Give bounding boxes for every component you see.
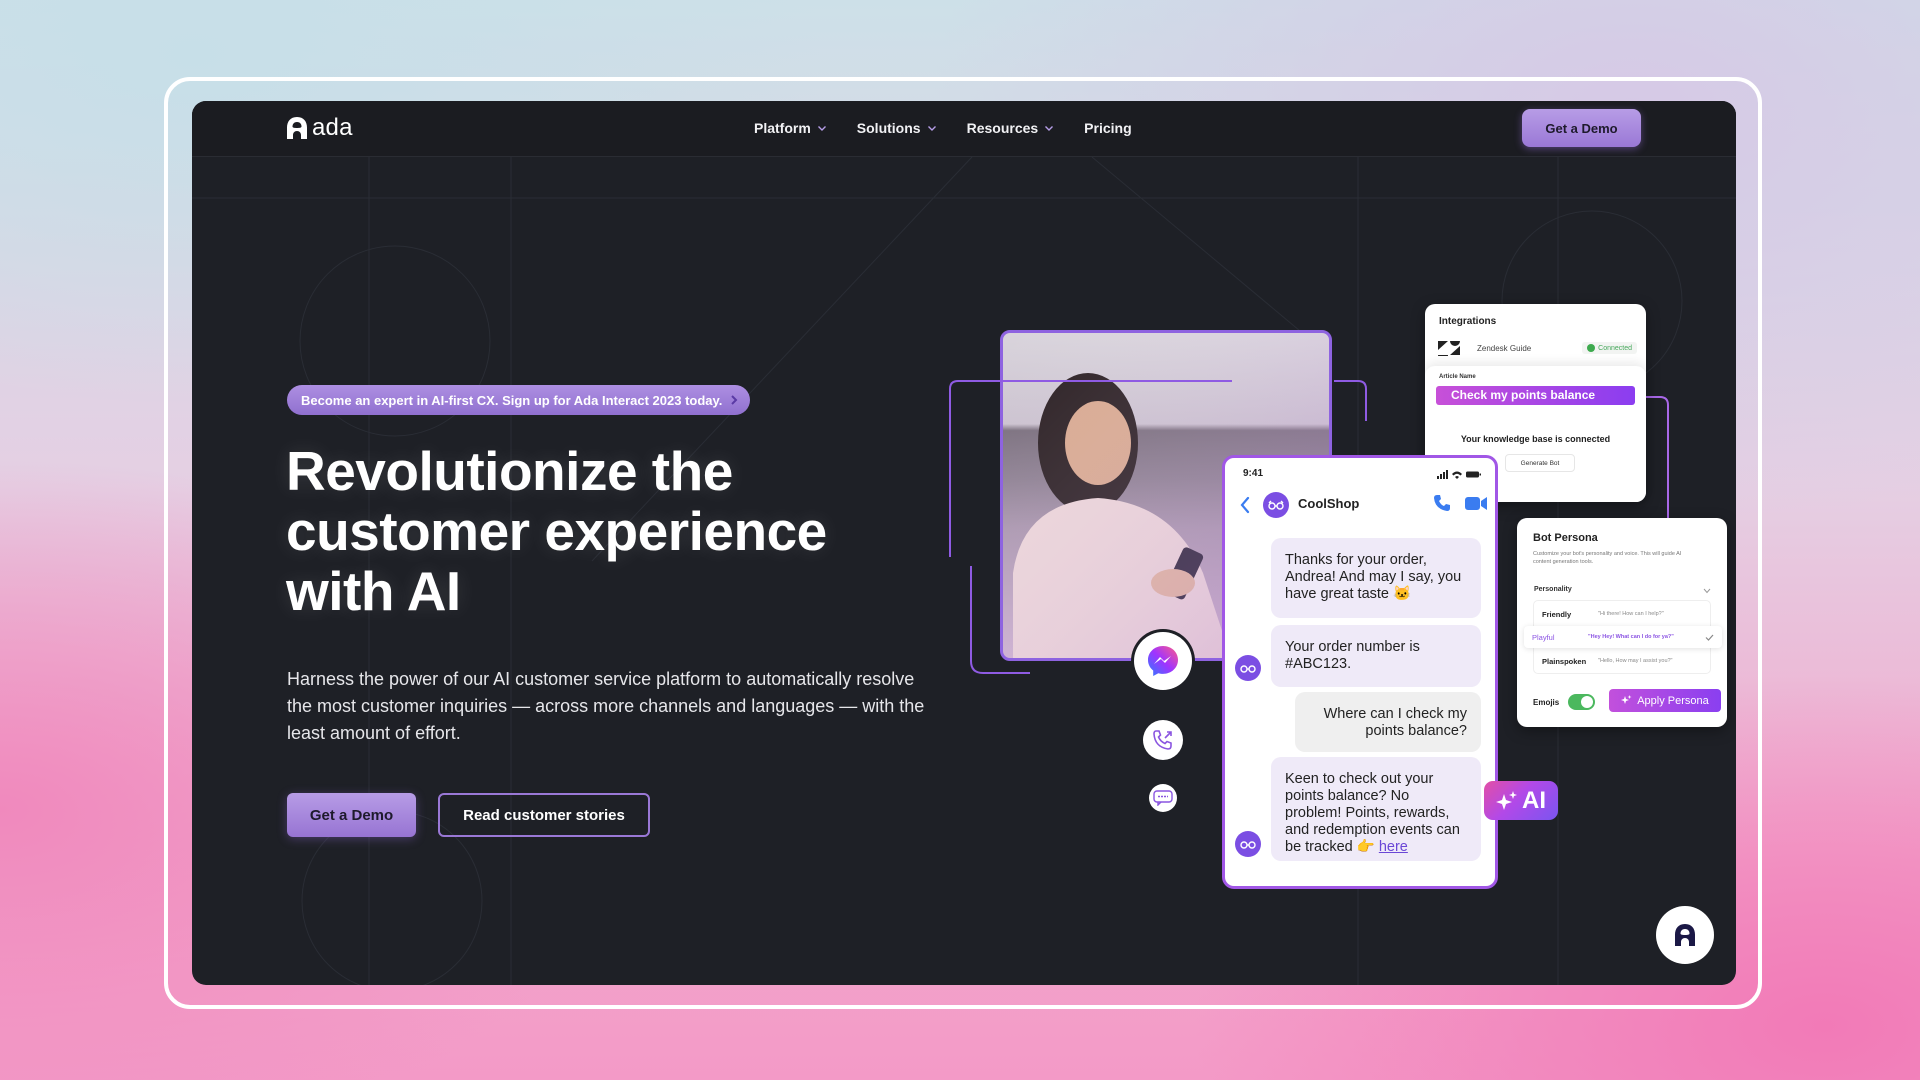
nav-platform-label: Platform: [754, 120, 811, 136]
personality-option-selected[interactable]: Playful "Hey Hey! What can I do for ya?": [1524, 626, 1722, 648]
option-quote: "Hey Hey! What can I do for ya?": [1588, 634, 1674, 640]
sparkle-icon: [1621, 695, 1632, 704]
persona-description: Customize your bot's personality and voi…: [1533, 551, 1682, 565]
persona-title: Bot Persona: [1533, 532, 1598, 544]
video-call-icon[interactable]: [1465, 496, 1487, 511]
back-arrow-icon[interactable]: [1239, 496, 1251, 514]
phone-icon[interactable]: [1433, 494, 1451, 512]
phone-call-icon: [1153, 730, 1172, 750]
chat-message: Your order number is #ABC123.: [1271, 625, 1481, 687]
messenger-channel[interactable]: [1134, 632, 1192, 690]
check-circle-icon: [1587, 344, 1596, 352]
nav-platform[interactable]: Platform: [754, 120, 827, 136]
option-name: Plainspoken: [1542, 656, 1587, 666]
shop-avatar: [1263, 492, 1289, 518]
website-panel: ada Platform Solutions Resources Pricing…: [192, 101, 1736, 985]
connected-text: Connected: [1598, 344, 1632, 352]
glasses-icon: [1240, 665, 1256, 673]
ai-badge-text: AI: [1522, 786, 1546, 814]
chevron-down-icon: [817, 126, 826, 131]
nav-solutions[interactable]: Solutions: [857, 120, 937, 136]
announcement-text: Become an expert in AI-first CX. Sign up…: [301, 392, 723, 408]
glasses-icon: [1268, 500, 1284, 510]
status-time: 9:41: [1243, 468, 1264, 479]
contact-name: CoolShop: [1298, 496, 1360, 511]
knowledge-base-status: Your knowledge base is connected: [1460, 434, 1611, 444]
nav-pricing-label: Pricing: [1084, 120, 1132, 136]
apply-persona-button[interactable]: Apply Persona: [1609, 689, 1721, 712]
bot-avatar: [1235, 655, 1261, 681]
chevron-down-icon[interactable]: [1703, 588, 1711, 594]
sparkle-icon: [1496, 790, 1517, 810]
headline-line-3: with AI: [286, 560, 461, 622]
phone-chat-mockup: 9:41 CoolShop Thanks for your order, And…: [1222, 455, 1498, 889]
chat-message: Thanks for your order, Andrea! And may I…: [1271, 538, 1481, 618]
nav-resources-label: Resources: [966, 120, 1039, 136]
messenger-icon: [1148, 646, 1178, 676]
personality-option[interactable]: Plainspoken "Hello, How may I assist you…: [1534, 650, 1710, 672]
integrations-title: Integrations: [1439, 316, 1497, 327]
top-nav: ada Platform Solutions Resources Pricing…: [192, 101, 1736, 157]
ada-logo-icon: [287, 117, 307, 139]
option-quote: "Hi there! How can I help?": [1598, 611, 1664, 617]
headline-line-2: customer experience: [286, 500, 827, 562]
sms-channel[interactable]: [1149, 784, 1177, 812]
headline-line-1: Revolutionize the: [286, 440, 733, 502]
nav-solutions-label: Solutions: [856, 120, 921, 136]
chevron-right-icon: [731, 395, 738, 405]
checkmark-icon: [1705, 634, 1714, 641]
option-name: Playful: [1532, 632, 1555, 642]
connected-badge: Connected: [1582, 342, 1637, 354]
generate-bot-button[interactable]: Generate Bot: [1505, 454, 1575, 472]
chat-launcher-button[interactable]: [1656, 906, 1714, 964]
get-demo-button[interactable]: Get a Demo: [287, 793, 416, 837]
personality-label: Personality: [1534, 586, 1572, 593]
nav-resources[interactable]: Resources: [967, 120, 1055, 136]
bot-avatar: [1235, 831, 1261, 857]
chevron-down-icon: [927, 126, 936, 131]
hero-subcopy: Harness the power of our AI customer ser…: [287, 669, 925, 743]
chat-message-text: Keen to check out your points balance? N…: [1285, 771, 1460, 855]
personality-option[interactable]: Friendly "Hi there! How can I help?": [1534, 603, 1710, 625]
chat-header: CoolShop: [1225, 488, 1495, 522]
article-name-label: Article Name: [1439, 374, 1476, 380]
nav-pricing[interactable]: Pricing: [1084, 120, 1131, 136]
nav-links: Platform Solutions Resources Pricing: [754, 120, 1132, 136]
bot-persona-card: Bot Persona Customize your bot's persona…: [1517, 518, 1727, 727]
apply-persona-label: Apply Persona: [1637, 694, 1709, 707]
sms-icon: [1153, 790, 1173, 806]
logo-text: ada: [312, 114, 353, 141]
hero-headline: Revolutionize the customer experience wi…: [286, 441, 906, 621]
emojis-toggle[interactable]: [1568, 694, 1595, 710]
chat-message-user: Where can I check my points balance?: [1295, 692, 1481, 752]
ai-badge: AI: [1484, 781, 1558, 820]
integration-row[interactable]: Zendesk Guide Connected: [1437, 337, 1637, 359]
personality-list: Friendly "Hi there! How can I help?" Pla…: [1524, 600, 1722, 674]
chat-message: Keen to check out your points balance? N…: [1271, 757, 1481, 861]
signal-wifi-battery-icons: [1437, 470, 1481, 479]
option-name: Friendly: [1542, 609, 1572, 619]
announcement-banner[interactable]: Become an expert in AI-first CX. Sign up…: [287, 385, 751, 415]
integration-name: Zendesk Guide: [1477, 343, 1532, 353]
zendesk-logo-icon: [1438, 341, 1460, 356]
emojis-label: Emojis: [1533, 698, 1560, 707]
option-quote: "Hello, How may I assist you?": [1598, 658, 1673, 664]
toggle-knob: [1581, 696, 1593, 708]
here-link[interactable]: here: [1379, 839, 1408, 855]
glasses-icon: [1240, 841, 1256, 849]
nav-get-demo-button[interactable]: Get a Demo: [1522, 109, 1641, 147]
ada-logo-icon: [1675, 924, 1695, 946]
article-name-value[interactable]: Check my points balance: [1436, 386, 1635, 405]
chevron-down-icon: [1045, 126, 1054, 131]
voice-channel[interactable]: [1143, 720, 1183, 760]
read-customer-stories-button[interactable]: Read customer stories: [438, 793, 650, 837]
ada-logo[interactable]: ada: [286, 114, 353, 142]
